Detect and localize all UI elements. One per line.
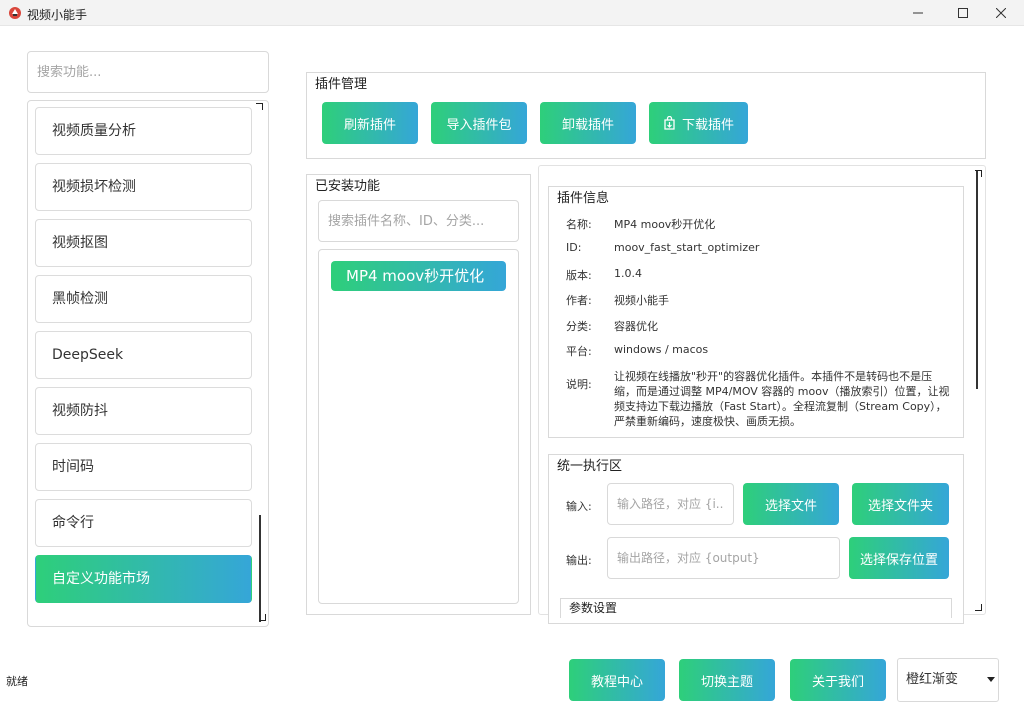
- tutorial-center-button[interactable]: 教程中心: [569, 659, 665, 701]
- input-path-input[interactable]: [617, 484, 724, 524]
- info-category-value: 容器优化: [614, 320, 658, 333]
- info-desc-label: 说明:: [566, 378, 592, 391]
- close-icon: [996, 8, 1006, 18]
- info-author-value: 视频小能手: [614, 294, 669, 307]
- download-plugin-button[interactable]: 下载插件: [649, 102, 748, 144]
- installed-plugin-list: [318, 249, 519, 604]
- status-text: 就绪: [6, 675, 28, 688]
- input-path-field[interactable]: [607, 483, 734, 525]
- select-folder-button[interactable]: 选择文件夹: [852, 483, 949, 525]
- output-path-input[interactable]: [617, 538, 830, 578]
- sidebar-item-plugin-market[interactable]: 自定义功能市场: [35, 555, 252, 603]
- plugin-search-field[interactable]: [318, 200, 519, 242]
- info-id-value: moov_fast_start_optimizer: [614, 241, 760, 254]
- info-platform-value: windows / macos: [614, 343, 709, 356]
- function-search-field[interactable]: [27, 51, 269, 93]
- dropdown-arrow-icon: [987, 677, 995, 682]
- info-platform-label: 平台:: [566, 345, 592, 358]
- detail-scrollbar[interactable]: [976, 171, 978, 389]
- sidebar-item-timecode[interactable]: 时间码: [35, 443, 252, 491]
- download-plugin-label: 下载插件: [681, 117, 734, 133]
- detail-scroll-corner-bottom: [975, 604, 982, 611]
- app-logo-icon: [8, 6, 22, 20]
- installed-title: 已安装功能: [315, 179, 381, 194]
- info-id-label: ID:: [566, 241, 582, 254]
- switch-theme-button[interactable]: 切换主题: [679, 659, 775, 701]
- select-save-location-button[interactable]: 选择保存位置: [849, 537, 949, 579]
- info-name-value: MP4 moov秒开优化: [614, 218, 716, 231]
- info-category-label: 分类:: [566, 320, 592, 333]
- plugin-search-input[interactable]: [328, 201, 509, 241]
- function-search-input[interactable]: [37, 52, 259, 92]
- params-group: [560, 598, 952, 618]
- sidebar-scrollbar[interactable]: [259, 515, 261, 622]
- theme-select-value: 橙红渐变: [906, 672, 959, 687]
- info-name-label: 名称:: [566, 218, 592, 231]
- close-button[interactable]: [978, 0, 1024, 26]
- about-us-button[interactable]: 关于我们: [790, 659, 886, 701]
- window-title: 视频小能手: [27, 8, 88, 22]
- maximize-icon: [958, 8, 968, 18]
- input-path-label: 输入:: [566, 500, 592, 513]
- sidebar-item-damage-detect[interactable]: 视频损坏检测: [35, 163, 252, 211]
- title-bar: [0, 0, 1024, 26]
- sidebar-item-matting[interactable]: 视频抠图: [35, 219, 252, 267]
- output-path-field[interactable]: [607, 537, 840, 579]
- sidebar-item-quality-analysis[interactable]: 视频质量分析: [35, 107, 252, 155]
- minimize-button[interactable]: [895, 0, 941, 26]
- plugin-info-title: 插件信息: [557, 191, 610, 206]
- info-version-label: 版本:: [566, 269, 592, 282]
- download-bag-icon: [664, 116, 675, 130]
- sidebar-item-deepseek[interactable]: DeepSeek: [35, 331, 252, 379]
- params-title: 参数设置: [569, 601, 618, 615]
- plugin-list-item[interactable]: MP4 moov秒开优化: [331, 261, 506, 291]
- import-plugin-button[interactable]: 导入插件包: [431, 102, 527, 144]
- plugin-management-title: 插件管理: [315, 77, 368, 92]
- minimize-icon: [913, 12, 923, 14]
- select-file-button[interactable]: 选择文件: [743, 483, 839, 525]
- execution-title: 统一执行区: [557, 459, 623, 474]
- sidebar-item-stabilize[interactable]: 视频防抖: [35, 387, 252, 435]
- output-path-label: 输出:: [566, 554, 592, 567]
- info-description: 让视频在线播放"秒开"的容器优化插件。本插件不是转码也不是压缩，而是通过调整 M…: [614, 370, 950, 428]
- info-author-label: 作者:: [566, 294, 592, 307]
- refresh-plugins-button[interactable]: 刷新插件: [322, 102, 418, 144]
- sidebar-nav: 视频质量分析 视频损坏检测 视频抠图 黑帧检测 DeepSeek 视频防抖 时间…: [27, 100, 269, 627]
- theme-select[interactable]: 橙红渐变: [897, 658, 999, 702]
- scroll-corner-top: [256, 103, 263, 110]
- sidebar-item-black-frame[interactable]: 黑帧检测: [35, 275, 252, 323]
- sidebar-item-command-line[interactable]: 命令行: [35, 499, 252, 547]
- scroll-corner-bottom: [259, 614, 266, 621]
- uninstall-plugin-button[interactable]: 卸载插件: [540, 102, 636, 144]
- info-version-value: 1.0.4: [614, 267, 642, 280]
